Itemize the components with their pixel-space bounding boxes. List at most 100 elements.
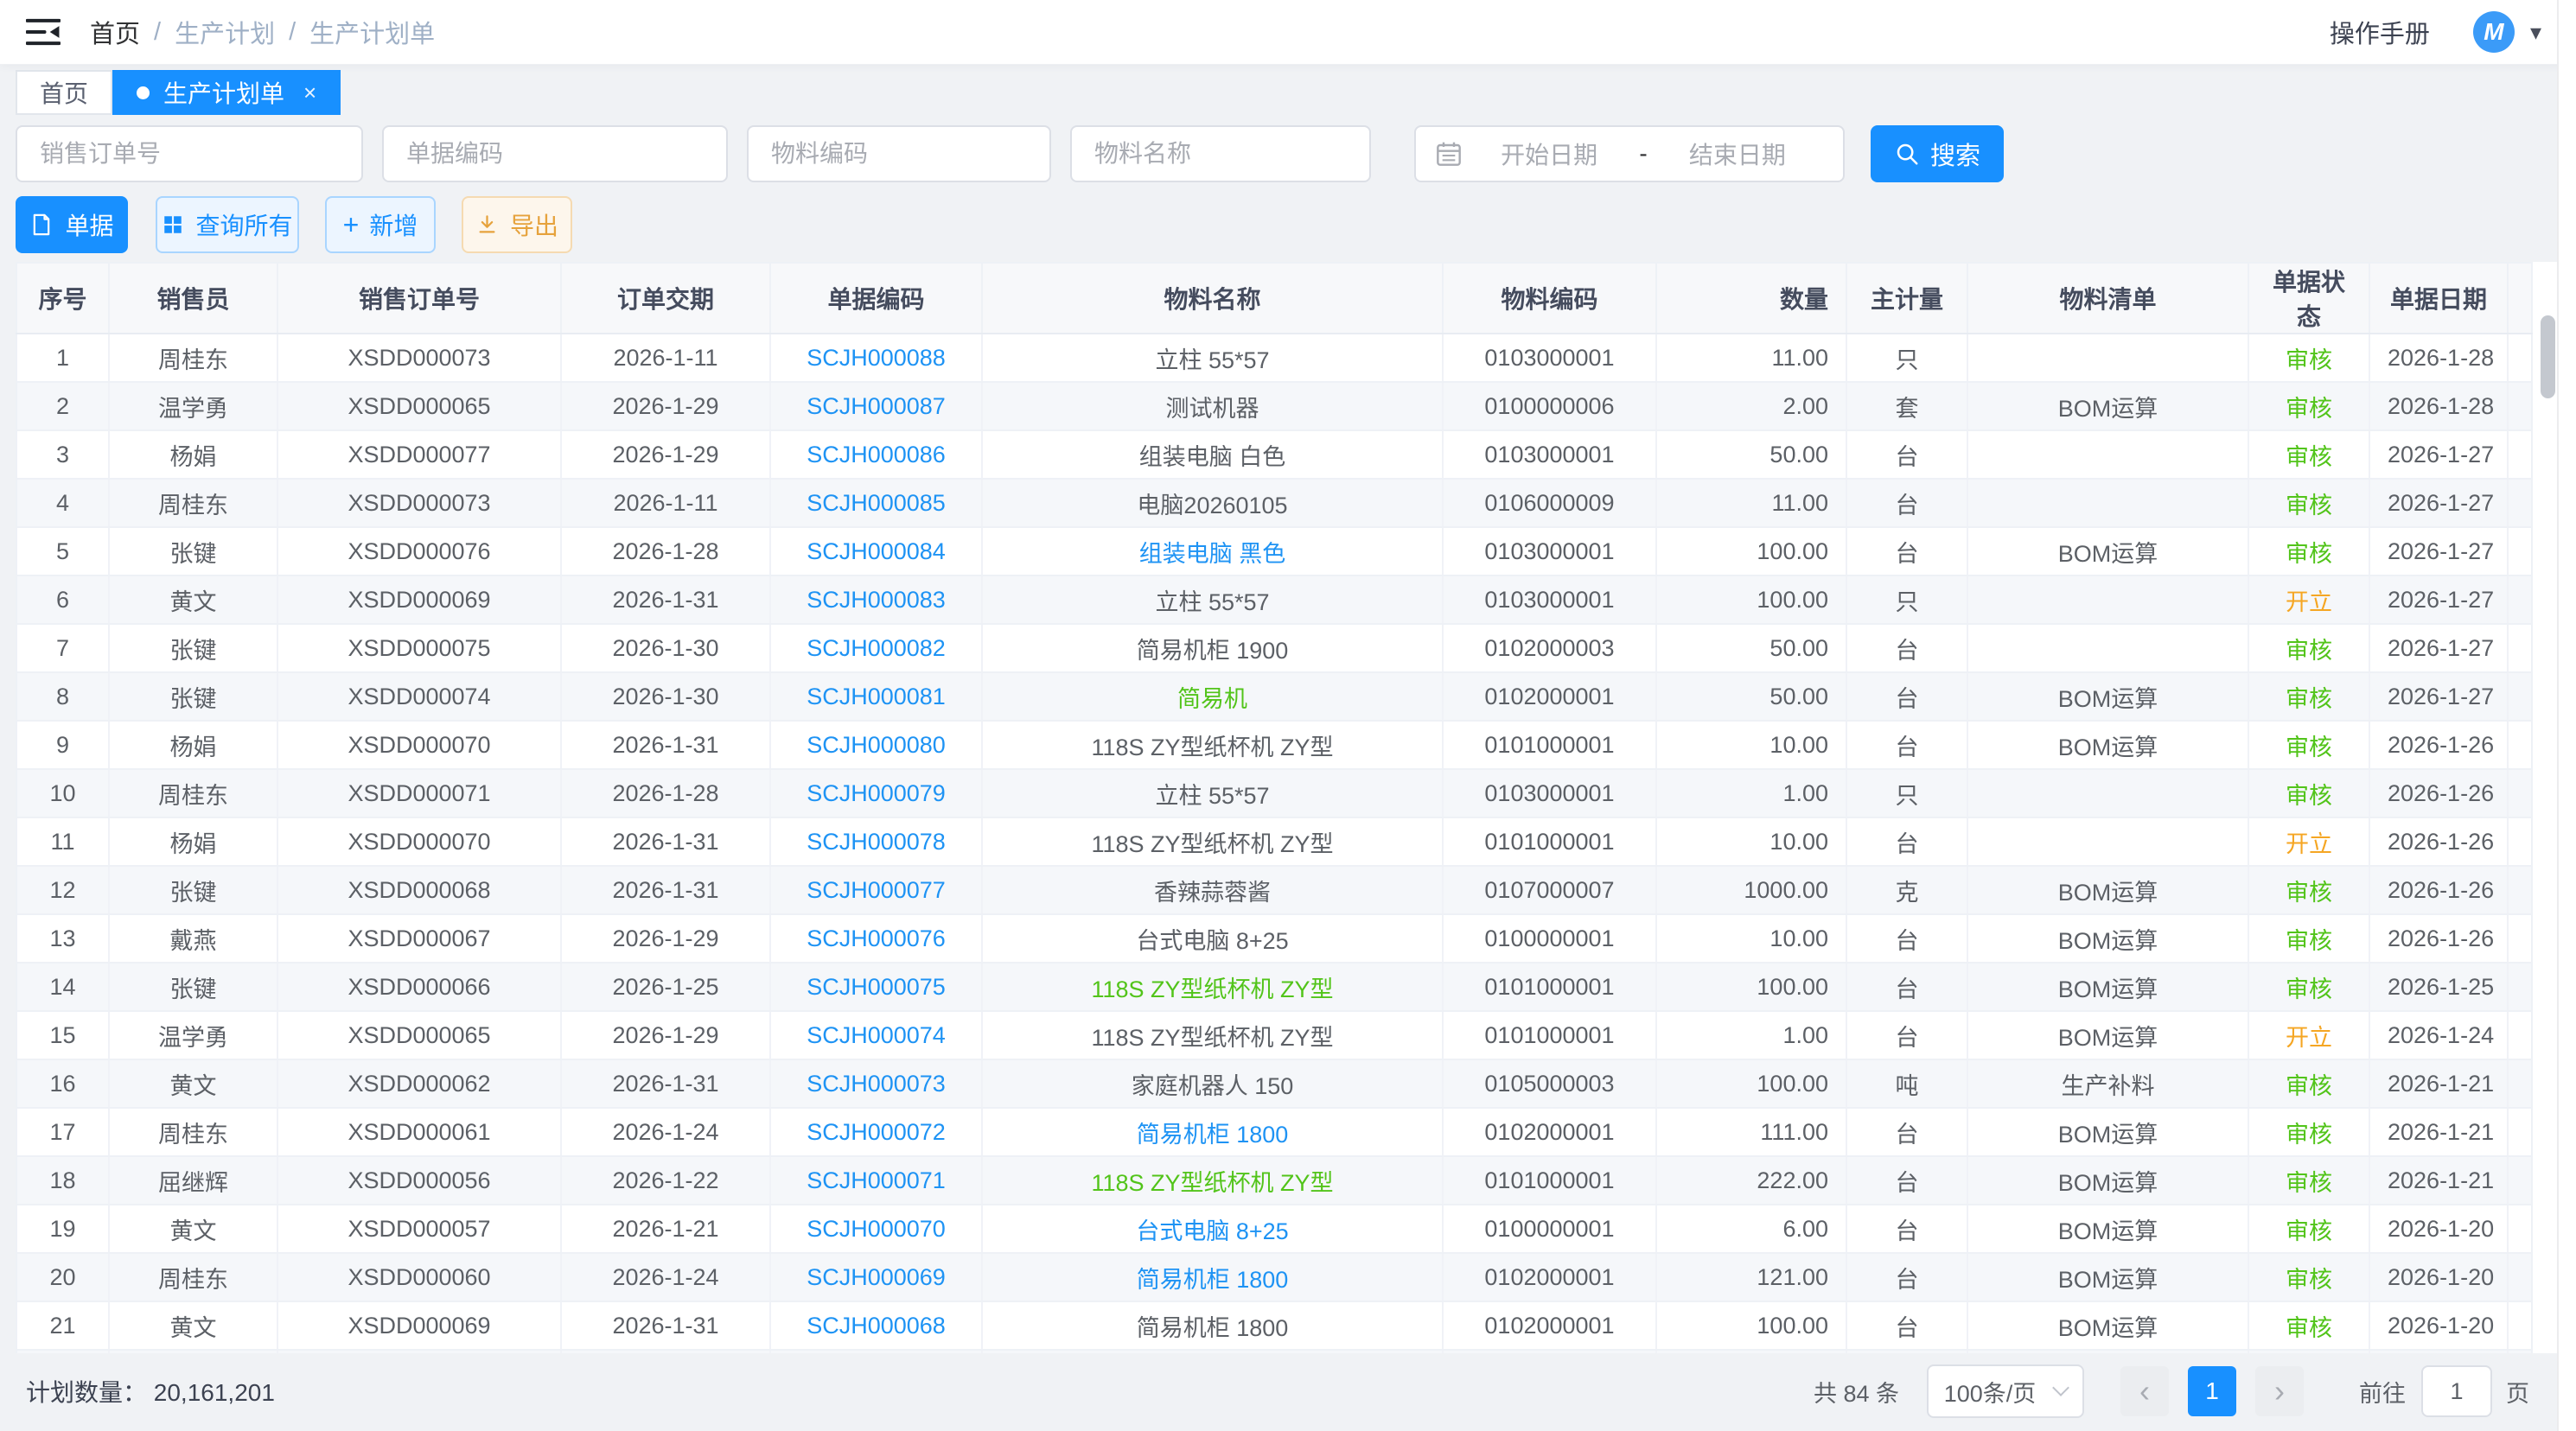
table-vertical-scrollbar[interactable] xyxy=(2541,315,2555,398)
tab-home[interactable]: 首页 xyxy=(16,70,112,115)
breadcrumb-level2[interactable]: 生产计划 xyxy=(175,14,275,50)
table-row[interactable]: 13戴燕XSDD0000672026-1-29SCJH000076台式电脑 8+… xyxy=(16,914,2532,963)
table-row[interactable]: 20周桂东XSDD0000602026-1-24SCJH000069简易机柜 1… xyxy=(16,1253,2532,1301)
material-name-text[interactable]: 简易机 xyxy=(1177,686,1247,712)
table-row[interactable]: 5张键XSDD0000762026-1-28SCJH000084组装电脑 黑色0… xyxy=(16,527,2532,576)
table-row[interactable]: 11杨娟XSDD0000702026-1-31SCJH000078118S ZY… xyxy=(16,817,2532,866)
doc-code-link[interactable]: SCJH000086 xyxy=(807,442,946,467)
column-header-seq: 序号 xyxy=(16,263,109,334)
next-page-button[interactable]: › xyxy=(2255,1366,2304,1416)
cell-material_code: 0102000003 xyxy=(1443,624,1656,672)
table-row[interactable]: 22张键XSDD0000582026-1-21SCJH000067简易机柜 18… xyxy=(16,1350,2532,1353)
table-row[interactable]: 21黄文XSDD0000692026-1-31SCJH000068简易机柜 18… xyxy=(16,1301,2532,1350)
operation-manual-link[interactable]: 操作手册 xyxy=(2330,14,2430,50)
table-row[interactable]: 7张键XSDD0000752026-1-30SCJH000082简易机柜 190… xyxy=(16,624,2532,672)
material-name-text[interactable]: 组装电脑 黑色 xyxy=(1139,541,1286,567)
doc-code-link[interactable]: SCJH000071 xyxy=(807,1167,946,1193)
table-row[interactable]: 12张键XSDD0000682026-1-31SCJH000077香辣蒜蓉酱01… xyxy=(16,866,2532,914)
cell-qty: 1000.00 xyxy=(1656,866,1846,914)
table-row[interactable]: 4周桂东XSDD0000732026-1-11SCJH000085电脑20260… xyxy=(16,479,2532,527)
prev-page-button[interactable]: ‹ xyxy=(2120,1366,2169,1416)
material-name-text: 118S ZY型纸杯机 ZY型 xyxy=(1091,1025,1333,1051)
breadcrumb-home[interactable]: 首页 xyxy=(90,14,140,50)
search-button[interactable]: 搜索 xyxy=(1871,125,2004,182)
doc-code-input[interactable] xyxy=(382,125,728,182)
collapse-sidebar-icon[interactable] xyxy=(26,17,61,47)
user-menu-caret-icon[interactable]: ▾ xyxy=(2530,19,2541,46)
doc-code-link[interactable]: SCJH000077 xyxy=(807,877,946,903)
table-row[interactable]: 9杨娟XSDD0000702026-1-31SCJH000080118S ZY型… xyxy=(16,721,2532,769)
doc-code-link[interactable]: SCJH000085 xyxy=(807,490,946,516)
table-row[interactable]: 10周桂东XSDD0000712026-1-28SCJH000079立柱 55*… xyxy=(16,769,2532,817)
goto-page-input[interactable] xyxy=(2421,1365,2492,1417)
doc-code-link[interactable]: SCJH000070 xyxy=(807,1216,946,1242)
table-row[interactable]: 17周桂东XSDD0000612026-1-24SCJH000072简易机柜 1… xyxy=(16,1108,2532,1156)
table-row[interactable]: 16黄文XSDD0000622026-1-31SCJH000073家庭机器人 1… xyxy=(16,1059,2532,1108)
export-button[interactable]: 导出 xyxy=(462,196,572,253)
doc-code-link[interactable]: SCJH000076 xyxy=(807,925,946,951)
material-name-text[interactable]: 118S ZY型纸杯机 ZY型 xyxy=(1091,1170,1333,1196)
cell-material_name: 家庭机器人 150 xyxy=(982,1059,1443,1108)
doc-code-link[interactable]: SCJH000088 xyxy=(807,345,946,371)
cell-due_date: 2026-1-31 xyxy=(561,1301,770,1350)
table-row[interactable]: 19黄文XSDD0000572026-1-21SCJH000070台式电脑 8+… xyxy=(16,1205,2532,1253)
cell-qty: 10.00 xyxy=(1656,721,1846,769)
doc-code-link[interactable]: SCJH000084 xyxy=(807,538,946,564)
material-code-input[interactable] xyxy=(747,125,1051,182)
doc-code-link[interactable]: SCJH000068 xyxy=(807,1313,946,1339)
start-date-placeholder[interactable]: 开始日期 xyxy=(1463,137,1636,171)
document-button[interactable]: 单据 xyxy=(16,196,128,253)
doc-code-link[interactable]: SCJH000082 xyxy=(807,635,946,661)
doc-code-link[interactable]: SCJH000083 xyxy=(807,587,946,613)
cell-qty: 100.00 xyxy=(1656,1059,1846,1108)
doc-code-link[interactable]: SCJH000087 xyxy=(807,393,946,419)
cell-bom xyxy=(1967,430,2248,479)
material-name-input[interactable] xyxy=(1070,125,1371,182)
sales-order-input[interactable] xyxy=(16,125,363,182)
doc-code-link[interactable]: SCJH000075 xyxy=(807,974,946,1000)
user-avatar[interactable]: M xyxy=(2473,11,2515,53)
cell-qty: 158.00 xyxy=(1656,1350,1846,1353)
cell-doc_date: 2026-1-27 xyxy=(2369,576,2508,624)
cell-order_no: XSDD000070 xyxy=(277,721,561,769)
tab-production-plan-active[interactable]: 生产计划单 × xyxy=(112,70,341,115)
cell-doc_code: SCJH000070 xyxy=(770,1205,982,1253)
current-page-button[interactable]: 1 xyxy=(2188,1366,2236,1416)
date-range-picker[interactable]: 开始日期 - 结束日期 xyxy=(1414,125,1845,182)
page-size-select[interactable]: 100条/页 xyxy=(1927,1364,2084,1418)
table-row[interactable]: 14张键XSDD0000662026-1-25SCJH000075118S ZY… xyxy=(16,963,2532,1011)
cell-doc_code: SCJH000088 xyxy=(770,334,982,382)
material-name-text[interactable]: 台式电脑 8+25 xyxy=(1136,1218,1288,1244)
cell-order_no: XSDD000065 xyxy=(277,382,561,430)
column-header-qty: 数量 xyxy=(1656,263,1846,334)
doc-code-link[interactable]: SCJH000069 xyxy=(807,1264,946,1290)
table-row[interactable]: 2温学勇XSDD0000652026-1-29SCJH000087测试机器010… xyxy=(16,382,2532,430)
table-row[interactable]: 8张键XSDD0000742026-1-30SCJH000081简易机01020… xyxy=(16,672,2532,721)
cell-due_date: 2026-1-29 xyxy=(561,430,770,479)
page-scrollbar-track[interactable] xyxy=(2557,0,2576,1431)
table-row[interactable]: 6黄文XSDD0000692026-1-31SCJH000083立柱 55*57… xyxy=(16,576,2532,624)
table-row[interactable]: 3杨娟XSDD0000772026-1-29SCJH000086组装电脑 白色0… xyxy=(16,430,2532,479)
end-date-placeholder[interactable]: 结束日期 xyxy=(1651,137,1824,171)
doc-code-link[interactable]: SCJH000079 xyxy=(807,780,946,806)
doc-code-link[interactable]: SCJH000074 xyxy=(807,1022,946,1048)
cell-qty: 100.00 xyxy=(1656,963,1846,1011)
cell-material_name: 简易机柜 1800 xyxy=(982,1108,1443,1156)
material-name-text[interactable]: 简易机柜 1800 xyxy=(1137,1267,1289,1293)
doc-code-link[interactable]: SCJH000073 xyxy=(807,1071,946,1097)
action-toolbar: 单据 查询所有 + 新增 导出 xyxy=(16,196,2560,253)
doc-code-link[interactable]: SCJH000078 xyxy=(807,829,946,855)
material-name-text[interactable]: 简易机柜 1800 xyxy=(1137,1122,1289,1148)
doc-code-link[interactable]: SCJH000081 xyxy=(807,684,946,709)
material-name-text[interactable]: 118S ZY型纸杯机 ZY型 xyxy=(1091,976,1333,1002)
tab-close-icon[interactable]: × xyxy=(303,80,316,106)
doc-code-link[interactable]: SCJH000080 xyxy=(807,732,946,758)
doc-code-link[interactable]: SCJH000072 xyxy=(807,1119,946,1145)
add-new-button[interactable]: + 新增 xyxy=(325,196,436,253)
table-row[interactable]: 15温学勇XSDD0000652026-1-29SCJH000074118S Z… xyxy=(16,1011,2532,1059)
query-all-button[interactable]: 查询所有 xyxy=(156,196,299,253)
cell-seller: 张键 xyxy=(109,672,277,721)
cell-filler xyxy=(2508,1301,2532,1350)
table-row[interactable]: 18屈继辉XSDD0000562026-1-22SCJH000071118S Z… xyxy=(16,1156,2532,1205)
table-row[interactable]: 1周桂东XSDD0000732026-1-11SCJH000088立柱 55*5… xyxy=(16,334,2532,382)
